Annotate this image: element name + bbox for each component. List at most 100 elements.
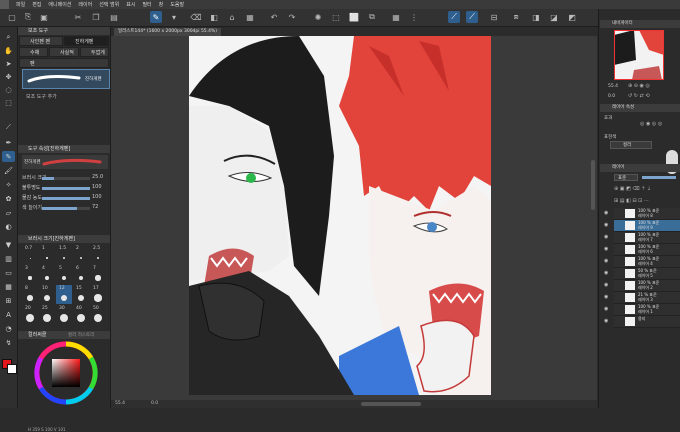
color-wheel[interactable]	[34, 341, 98, 405]
pencil-tool-icon[interactable]: ✎	[2, 151, 15, 162]
layer-mask-icon[interactable]: ◨	[530, 11, 542, 23]
layer-copy-icon[interactable]: ◪	[548, 11, 560, 23]
vertical-scrollbar[interactable]	[591, 160, 595, 210]
brush-mode-icon[interactable]: ✎	[150, 11, 162, 23]
layer-visibility-icon[interactable]: ◉	[604, 294, 610, 300]
layer-row[interactable]: 100 % 표준 레이어 4	[614, 256, 680, 268]
property-row-brush-size[interactable]: 브러시 크기 25.0	[22, 174, 108, 182]
subtool-tab-realistic-pen[interactable]: 사실적펜	[49, 47, 79, 66]
copy-icon[interactable]: ❐	[90, 11, 102, 23]
blend-tool-icon[interactable]: ◐	[2, 221, 15, 232]
folder-icon[interactable]: ⌂	[226, 11, 238, 23]
navigator-angle[interactable]: 0.0	[608, 94, 615, 99]
property-row-opacity[interactable]: 불투명도 100	[22, 184, 108, 192]
brush-size-cell[interactable]: 2	[73, 245, 89, 264]
effect-buttons[interactable]: ◎ ◉ ◎ ◎	[640, 121, 676, 129]
ruler-icon[interactable]: ⊟	[488, 11, 500, 23]
brush-size-cell[interactable]: 8	[22, 285, 38, 304]
clear-icon[interactable]: ⌫	[190, 11, 202, 23]
canvas-frame-icon[interactable]: ⬚	[330, 11, 342, 23]
navigator-rotate-buttons[interactable]: ↺ ↻ ⇄ ⟲	[628, 93, 676, 99]
property-value[interactable]: 100	[92, 194, 102, 200]
fill-tool-icon[interactable]: ▼	[2, 239, 15, 250]
status-zoom[interactable]: 55.4	[115, 401, 125, 406]
fill-icon[interactable]: ◧	[208, 11, 220, 23]
brush-size-cell[interactable]: 50	[90, 305, 106, 324]
reference-icon[interactable]: ⧈	[510, 11, 522, 23]
property-slider[interactable]	[42, 207, 90, 210]
brush-size-cell[interactable]: 20	[22, 305, 38, 324]
layer-visibility-icon[interactable]: ◉	[604, 234, 610, 240]
hand-tool-icon[interactable]: ✋	[2, 45, 15, 56]
open-file-icon[interactable]: ⎘	[22, 11, 34, 23]
text-tool-icon[interactable]: A	[2, 309, 15, 320]
undo-icon[interactable]: ↶	[268, 11, 280, 23]
dropdown-icon[interactable]: ▾	[168, 11, 180, 23]
brush-size-cell[interactable]: 4	[39, 265, 55, 284]
layer-visibility-icon[interactable]: ◉	[604, 246, 610, 252]
navigator-preview[interactable]	[614, 30, 664, 80]
sub-color-swatch[interactable]	[7, 364, 17, 374]
brush-size-cell[interactable]: 10	[39, 285, 55, 304]
brush-size-cell[interactable]: 0.7	[22, 245, 38, 264]
layer-color-icon[interactable]: ◩	[566, 11, 578, 23]
balloon-tool-icon[interactable]: ◔	[2, 323, 15, 334]
property-row-color-stretch[interactable]: 색 늘이기 72	[22, 204, 108, 212]
expression-color-select[interactable]: 컬러	[610, 141, 652, 149]
subtool-tab-watercolor[interactable]: 수채	[19, 47, 48, 57]
redo-icon[interactable]: ↷	[286, 11, 298, 23]
brightness-icon[interactable]: ✺	[312, 11, 324, 23]
brush-size-cell[interactable]: 7	[90, 265, 106, 284]
artwork-canvas[interactable]	[189, 36, 491, 395]
layer-row[interactable]: 50 % 표준 레이어 5	[614, 268, 680, 280]
property-value[interactable]: 100	[92, 184, 102, 190]
property-value[interactable]: 25.0	[92, 174, 103, 180]
navigator-zoom[interactable]: 55.4	[608, 84, 618, 89]
layer-row[interactable]: 100 % 표준 레이어 1	[614, 304, 680, 316]
subtool-tab-detail-pen[interactable]: 진하게펜	[64, 36, 109, 46]
blend-mode-select[interactable]: 표준	[614, 174, 638, 181]
layer-visibility-icon[interactable]: ◉	[604, 306, 610, 312]
selected-brush-item[interactable]: 진하게펜	[22, 69, 110, 89]
layer-visibility-icon[interactable]: ◉	[604, 282, 610, 288]
document-tab[interactable]: 일러스트144* (1600 x 2000px 300dpi 55.4%)	[114, 28, 221, 36]
layer-toolbar[interactable]: ⊕ ▣ ◩ ⌫ ⇡ ⇣	[614, 186, 678, 194]
layer-row[interactable]: 21 % 표준 레이어 3	[614, 292, 680, 304]
grid-icon[interactable]: ▦	[390, 11, 402, 23]
correct-line-tool-icon[interactable]: ↯	[2, 337, 15, 348]
brush-size-cell[interactable]: 1.5	[56, 245, 72, 264]
subtool-tab-sign-pen[interactable]: 사인펜 펜	[19, 36, 63, 46]
airbrush-tool-icon[interactable]: ✧	[2, 179, 15, 190]
property-slider[interactable]	[42, 177, 90, 180]
menu-animation[interactable]: 애니메이션	[48, 1, 71, 8]
color-history-tab[interactable]: 컬러 히스토리	[68, 332, 94, 338]
navigator-zoom-buttons[interactable]: ⊕ ⊖ ◉ ◎	[628, 83, 676, 89]
subtool-tab-pen[interactable]: 펜	[19, 58, 109, 68]
brush-size-cell[interactable]: 3	[22, 265, 38, 284]
property-row-paint-amount[interactable]: 물감 농도 100	[22, 194, 108, 202]
property-value[interactable]: 72	[92, 204, 98, 210]
eyedropper-tool-icon[interactable]: ⟋	[2, 122, 15, 133]
brush-size-cell[interactable]: 25	[39, 305, 55, 324]
layer-row[interactable]: 100 % 표준 레이어 6	[614, 244, 680, 256]
add-subtool-label[interactable]: 보조 도구 추가	[26, 93, 57, 100]
layer-visibility-icon[interactable]: ◉	[604, 210, 610, 216]
save-icon[interactable]: ▣	[38, 11, 50, 23]
menu-view[interactable]: 표시	[126, 1, 135, 8]
menu-selection[interactable]: 선택 범위	[99, 1, 119, 8]
layer-row[interactable]: 용지	[614, 316, 680, 328]
property-slider[interactable]	[42, 197, 90, 200]
paste-icon[interactable]: ▤	[108, 11, 120, 23]
layer-visibility-icon[interactable]: ◉	[604, 258, 610, 264]
decoration-tool-icon[interactable]: ✿	[2, 193, 15, 204]
new-file-icon[interactable]: ▢	[6, 11, 18, 23]
transform-icon[interactable]: ⧉	[366, 11, 378, 23]
lasso-tool-icon[interactable]: ◌	[2, 84, 15, 95]
menu-edit[interactable]: 편집	[32, 1, 41, 8]
pen-stabilizer-icon[interactable]: ⟋	[448, 11, 460, 23]
brush-size-cell[interactable]: 12	[56, 285, 72, 304]
brush-size-cell[interactable]: 40	[73, 305, 89, 324]
layer-opacity-slider[interactable]	[642, 176, 676, 179]
brush-size-cell[interactable]: 17	[90, 285, 106, 304]
pen-pressure-icon[interactable]: ⟋	[466, 11, 478, 23]
